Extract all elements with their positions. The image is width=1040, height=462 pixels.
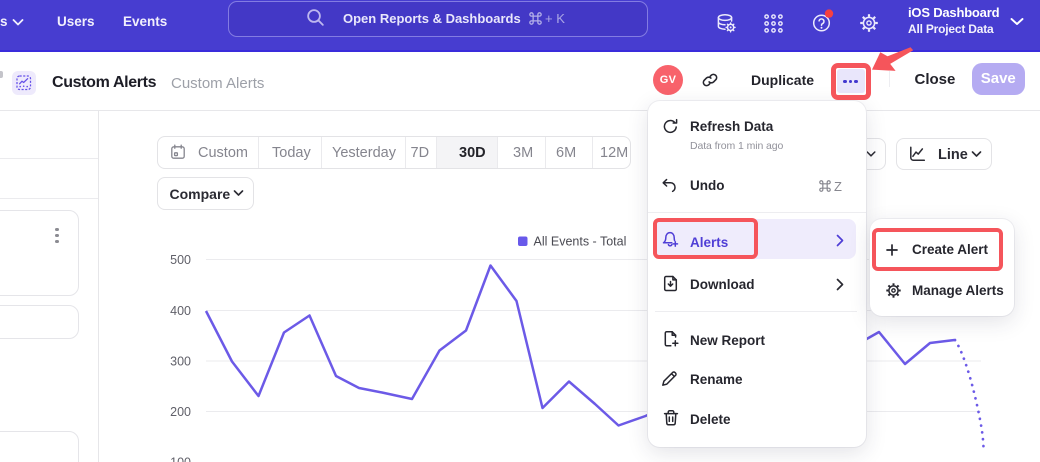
svg-text:200: 200 — [170, 405, 191, 419]
svg-text:400: 400 — [170, 304, 191, 318]
svg-text:500: 500 — [170, 253, 191, 267]
svg-text:100: 100 — [170, 456, 191, 462]
svg-text:300: 300 — [170, 355, 191, 369]
svg-text:All Events - Total: All Events - Total — [534, 235, 627, 249]
